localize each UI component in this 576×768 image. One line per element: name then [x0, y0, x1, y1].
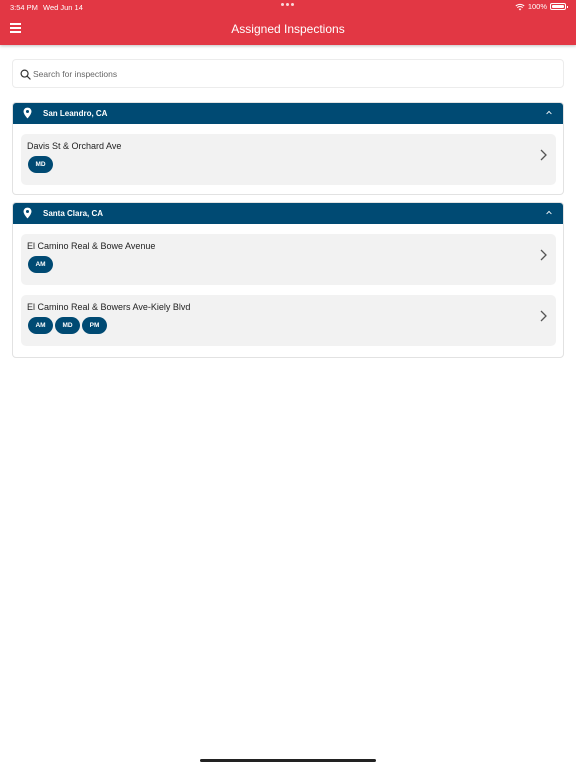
app-header: 3:54 PM Wed Jun 14 100% Assigned Inspect… [0, 0, 576, 45]
chevron-up-icon[interactable] [546, 110, 552, 115]
home-indicator[interactable] [200, 759, 376, 762]
period-badge: AM [28, 317, 53, 334]
wifi-icon [515, 3, 525, 10]
inspection-title: Davis St & Orchard Ave [27, 141, 122, 151]
pin-icon [23, 207, 32, 219]
chevron-up-icon[interactable] [546, 210, 552, 215]
battery-icon [550, 3, 568, 10]
location-section-santa-clara: Santa Clara, CA El Camino Real & Bowe Av… [12, 202, 564, 358]
section-title: San Leandro, CA [43, 109, 108, 118]
search-input[interactable] [33, 64, 553, 84]
battery-percent: 100% [527, 2, 547, 11]
inspection-card[interactable]: El Camino Real & Bowe Avenue AM [21, 234, 556, 285]
location-section-san-leandro: San Leandro, CA Davis St & Orchard Ave M… [12, 102, 564, 195]
status-indicators: 100% [515, 2, 568, 11]
inspection-title: El Camino Real & Bowe Avenue [27, 241, 156, 251]
status-time: 3:54 PM [10, 3, 38, 12]
period-badges: AM [28, 256, 53, 273]
period-badge: AM [28, 256, 53, 273]
period-badges: AM MD PM [28, 317, 107, 334]
period-badge: MD [55, 317, 80, 334]
inspection-card[interactable]: Davis St & Orchard Ave MD [21, 134, 556, 185]
page-title: Assigned Inspections [231, 22, 345, 36]
period-badge: MD [28, 156, 53, 173]
section-header[interactable]: Santa Clara, CA [13, 203, 563, 224]
multitasking-dots-icon[interactable] [281, 3, 295, 7]
section-header[interactable]: San Leandro, CA [13, 103, 563, 124]
chevron-right-icon [540, 310, 547, 322]
pin-icon [23, 107, 32, 119]
status-bar: 3:54 PM Wed Jun 14 100% [0, 0, 576, 14]
period-badges: MD [28, 156, 53, 173]
status-date: Wed Jun 14 [43, 3, 83, 12]
chevron-right-icon [540, 249, 547, 261]
inspection-card[interactable]: El Camino Real & Bowers Ave-Kiely Blvd A… [21, 295, 556, 346]
period-badge: PM [82, 317, 107, 334]
chevron-right-icon [540, 149, 547, 161]
app-screen: 3:54 PM Wed Jun 14 100% Assigned Inspect… [0, 0, 576, 768]
search-icon [20, 69, 31, 80]
search-box[interactable] [12, 59, 564, 88]
inspection-title: El Camino Real & Bowers Ave-Kiely Blvd [27, 302, 191, 312]
section-title: Santa Clara, CA [43, 209, 104, 218]
